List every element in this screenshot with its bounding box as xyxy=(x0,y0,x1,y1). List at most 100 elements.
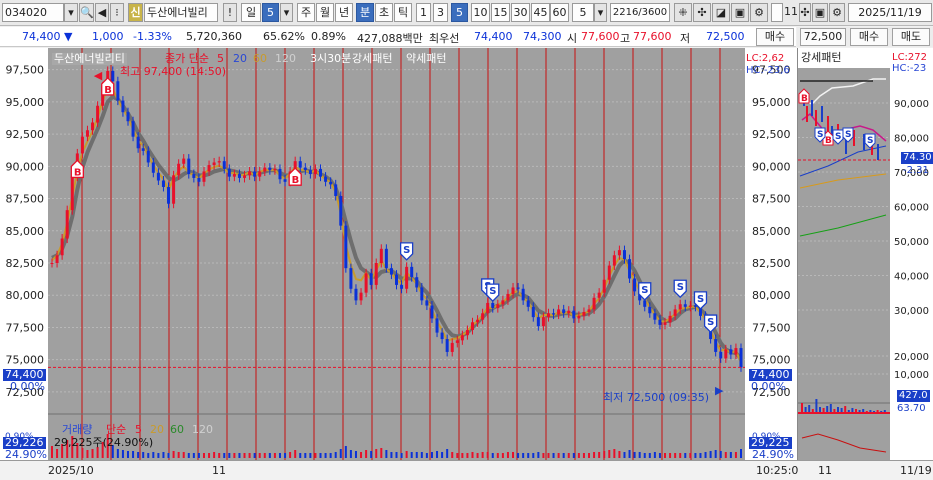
volume-bar xyxy=(415,452,418,458)
candle-body xyxy=(243,175,247,178)
volume-bar xyxy=(512,452,515,458)
tab-second[interactable]: 초 xyxy=(375,3,393,22)
date-field[interactable]: 2025/11/19 xyxy=(848,3,932,22)
ma-prefix: 종가 단순 xyxy=(165,52,209,65)
volume-bar xyxy=(233,453,236,458)
volume-bar xyxy=(243,453,246,458)
y-tick-label: 82,500 xyxy=(6,257,45,270)
candle-body xyxy=(278,168,282,180)
right-buy-button[interactable]: 매수 xyxy=(850,28,888,46)
speaker-icon[interactable]: ◀ xyxy=(95,3,109,22)
tab-week[interactable]: 주 xyxy=(297,3,315,22)
y-tick-label: 80,000 xyxy=(6,289,45,302)
volume-bar xyxy=(238,453,241,458)
prev-icon[interactable]: ⁝ xyxy=(110,3,124,22)
y-tick-label: 90,000 xyxy=(6,160,45,173)
pattern-icon[interactable]: ✣ xyxy=(693,3,711,22)
candle-body xyxy=(445,339,449,352)
candle-body xyxy=(146,150,150,163)
volume-bar xyxy=(623,452,626,458)
period-dropdown-icon[interactable]: ▾ xyxy=(280,3,293,22)
candle-body xyxy=(319,168,323,177)
volume-bar xyxy=(532,453,535,458)
candle-body xyxy=(511,287,515,294)
volume-bar xyxy=(385,450,388,458)
tab-month[interactable]: 월 xyxy=(316,3,334,22)
period-number[interactable]: 5 xyxy=(262,3,279,22)
settings-icon[interactable]: ⚙ xyxy=(750,3,768,22)
buy-button[interactable]: 매수 xyxy=(756,28,794,46)
interval-1[interactable]: 1 xyxy=(416,3,431,22)
volume-bar xyxy=(56,449,59,458)
code-dropdown-icon[interactable]: ▾ xyxy=(64,3,78,22)
candle-body xyxy=(85,130,89,137)
interval-3[interactable]: 3 xyxy=(433,3,448,22)
interval-45[interactable]: 45 xyxy=(531,3,550,22)
candle-body xyxy=(197,177,201,182)
best-label: 최우선 xyxy=(429,32,460,45)
candle-body xyxy=(425,300,429,306)
candle-body xyxy=(222,161,226,169)
candle-body xyxy=(683,304,687,307)
right-save-icon[interactable]: ▣ xyxy=(812,3,828,22)
grid-icon[interactable]: ⁜ xyxy=(674,3,692,22)
interval-15[interactable]: 15 xyxy=(491,3,510,22)
chart-icon[interactable]: ◪ xyxy=(712,3,730,22)
volume-bar xyxy=(430,452,433,458)
candle-body xyxy=(491,302,495,309)
right-settings-icon[interactable]: ⚙ xyxy=(829,3,845,22)
interval-5[interactable]: 5 xyxy=(451,3,468,22)
candle-body xyxy=(587,309,591,312)
pattern-y-tick: 80,000 xyxy=(894,134,929,145)
sell-signal-mark: S xyxy=(677,282,684,293)
interval-30[interactable]: 30 xyxy=(511,3,530,22)
pattern-sell-mark: S xyxy=(835,132,841,142)
ma20-label: 20 xyxy=(233,52,247,65)
right-price-pct: -2.31 xyxy=(903,165,929,176)
volume-bar xyxy=(344,446,347,458)
interval-10[interactable]: 10 xyxy=(471,3,490,22)
pattern-buy-mark: B xyxy=(825,136,832,146)
volume-bar xyxy=(157,453,160,458)
period-day[interactable]: 일 xyxy=(241,3,261,22)
count-select[interactable]: 5 xyxy=(572,3,594,22)
pattern-y-tick: 90,000 xyxy=(894,99,929,110)
candle-body xyxy=(248,171,252,176)
volume-bar xyxy=(167,453,170,458)
quote-bar: 74,400 ▼ 1,000 -1.33% 5,720,360 65.62% 0… xyxy=(0,27,796,47)
high-annotation: 최고 97,400 (14:50) xyxy=(120,65,227,78)
candle-body xyxy=(546,313,550,318)
candle-body xyxy=(354,288,358,301)
right-pattern-icon[interactable]: ✣ xyxy=(799,3,811,22)
volume-bar xyxy=(481,452,484,458)
volume-bar xyxy=(420,452,423,458)
current-pct-left: 0.00% xyxy=(10,380,45,393)
volume-bar xyxy=(486,452,489,458)
save-icon[interactable]: ▣ xyxy=(731,3,749,22)
right-sell-button[interactable]: 매도 xyxy=(892,28,930,46)
search-icon[interactable]: 🔍 xyxy=(79,3,94,22)
candle-body xyxy=(420,287,424,301)
volume-bar xyxy=(324,453,327,458)
pattern-sell-mark: S xyxy=(845,130,851,140)
stock-name[interactable]: 두산에너빌리 xyxy=(144,3,218,22)
alert-button[interactable]: ! xyxy=(223,3,237,22)
tab-tick[interactable]: 틱 xyxy=(394,3,412,22)
volume-bar xyxy=(213,452,216,458)
candle-body xyxy=(161,180,165,187)
count-dropdown-icon[interactable]: ▾ xyxy=(594,3,607,22)
candle-body xyxy=(460,335,464,341)
pattern-buy-mark: B xyxy=(801,94,808,104)
tab-minute[interactable]: 분 xyxy=(356,3,374,22)
pattern-y-tick: 60,000 xyxy=(894,203,929,214)
candle-body xyxy=(177,163,181,176)
buy-signal-mark: B xyxy=(74,167,82,178)
stock-code-input[interactable]: 034020 xyxy=(2,3,64,22)
candle-body xyxy=(55,255,59,263)
volume-bar xyxy=(172,451,175,458)
volume-bar xyxy=(228,453,231,458)
tab-year[interactable]: 년 xyxy=(335,3,353,22)
interval-60[interactable]: 60 xyxy=(550,3,569,22)
checkbox[interactable] xyxy=(771,3,783,22)
candle-body xyxy=(668,315,672,323)
